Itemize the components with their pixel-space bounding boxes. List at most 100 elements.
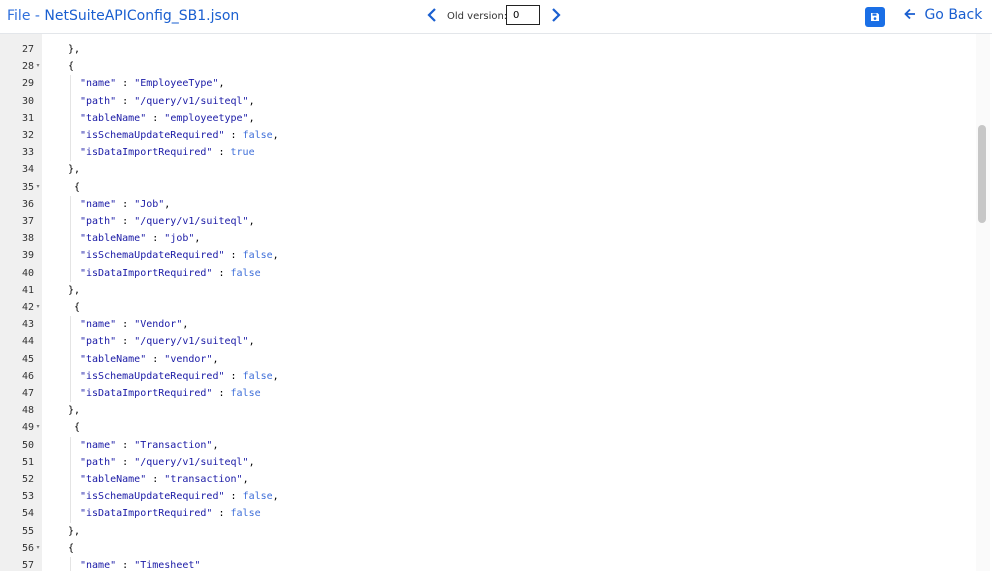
chevron-right-icon[interactable]: [547, 6, 565, 26]
code-line: "path" : "/query/v1/suiteql",: [80, 213, 255, 230]
go-back-label: Go Back: [924, 7, 983, 23]
code-line: },: [68, 41, 80, 58]
line-number: 46: [21, 370, 34, 382]
code-token: false: [242, 250, 273, 262]
line-number: 36: [21, 198, 34, 210]
indent-guide: [70, 350, 71, 368]
code-token: :: [116, 336, 135, 348]
code-editor[interactable]: 27 28 ▾ 29 30 31 32 33 34 35 ▾ 36 37 38 39 40 41 42 ▾ 43 44 4…: [0, 34, 992, 571]
code-token: ,: [248, 112, 255, 124]
code-line: "tableName" : "job",: [80, 230, 200, 247]
fold-toggle-icon[interactable]: ▾: [35, 58, 41, 75]
code-line: "isSchemaUpdateRequired" : false,: [80, 368, 279, 385]
fold-toggle-icon[interactable]: ▾: [35, 299, 41, 316]
code-token: :: [116, 95, 135, 107]
code-token: "name": [80, 439, 117, 451]
code-token: "/query/v1/suiteql": [134, 336, 249, 348]
code-token: :: [116, 456, 135, 468]
code-token: "isSchemaUpdateRequired": [80, 250, 225, 262]
line-number: 47: [21, 388, 34, 399]
code-line: "isSchemaUpdateRequired" : false,: [80, 127, 279, 144]
line-number: 48: [21, 405, 34, 417]
line-number: 57: [21, 560, 34, 571]
code-token: :: [224, 491, 243, 503]
line-number: 32: [21, 130, 34, 141]
code-token: "name": [80, 78, 117, 90]
vertical-scrollbar[interactable]: [976, 34, 990, 571]
line-number: 55: [21, 525, 34, 537]
indent-guide: [70, 264, 71, 282]
code-token: "name": [80, 560, 117, 571]
code-token: :: [224, 130, 243, 141]
editor-header: File - NetSuiteAPIConfig_SB1.json Old ve…: [0, 0, 992, 34]
code-token: "isDataImportRequired": [80, 147, 213, 159]
code-token: "/query/v1/suiteql": [134, 456, 249, 468]
line-number: 41: [21, 284, 34, 296]
code-token: "Vendor": [134, 319, 183, 331]
code-line: "name" : "Job",: [80, 196, 170, 213]
code-token: "path": [80, 216, 117, 227]
code-line: "tableName" : "vendor",: [80, 351, 219, 368]
fold-toggle-icon[interactable]: ▾: [35, 540, 41, 557]
old-version-input[interactable]: [506, 5, 540, 25]
code-token: false: [230, 508, 261, 520]
line-number: 52: [21, 474, 34, 485]
code-line: {: [68, 58, 74, 75]
code-token: {: [68, 302, 81, 313]
code-token: :: [116, 216, 135, 227]
go-back-button[interactable]: Go Back: [904, 7, 982, 23]
fold-toggle-icon[interactable]: ▾: [35, 419, 41, 436]
code-token: ,: [248, 336, 255, 348]
code-line: {: [68, 540, 74, 557]
code-token: "tableName": [80, 112, 147, 124]
code-token: "name": [80, 198, 117, 210]
line-number: 56: [21, 542, 34, 554]
line-number: 33: [21, 147, 34, 159]
code-token: "/query/v1/suiteql": [134, 216, 249, 227]
indent-guide: [70, 127, 71, 145]
code-token: "name": [80, 319, 117, 331]
code-token: "/query/v1/suiteql": [134, 95, 249, 107]
code-token: "tableName": [80, 233, 147, 245]
save-button[interactable]: [865, 7, 885, 27]
code-token: },: [68, 284, 81, 296]
code-token: ,: [248, 95, 255, 107]
code-line: "path" : "/query/v1/suiteql",: [80, 333, 255, 350]
code-token: :: [116, 198, 135, 210]
code-token: :: [212, 147, 231, 159]
code-token: ,: [194, 233, 201, 245]
indent-guide: [70, 92, 71, 110]
code-token: :: [146, 353, 165, 365]
fold-toggle-icon[interactable]: ▾: [35, 179, 41, 196]
code-token: false: [230, 267, 261, 279]
code-line: "path" : "/query/v1/suiteql",: [80, 93, 255, 110]
code-token: "isDataImportRequired": [80, 508, 213, 520]
code-line: {: [68, 419, 80, 436]
line-number: 37: [21, 216, 34, 227]
code-line: "name" : "Vendor",: [80, 316, 188, 333]
indent-guide: [70, 488, 71, 506]
line-number: 43: [21, 319, 34, 331]
line-number: 35: [21, 181, 34, 193]
scrollbar-thumb[interactable]: [978, 125, 986, 223]
line-number: 54: [21, 508, 34, 520]
chevron-left-icon[interactable]: [423, 6, 441, 26]
code-content[interactable]: },{"name" : "EmployeeType", "path" : "/qu…: [42, 34, 972, 571]
code-token: ,: [248, 216, 255, 227]
code-token: ,: [242, 474, 249, 485]
code-token: ,: [212, 439, 219, 451]
indent-guide: [70, 557, 71, 571]
code-token: "isSchemaUpdateRequired": [80, 370, 225, 382]
code-token: "tableName": [80, 474, 147, 485]
line-number: 39: [21, 250, 34, 262]
floppy-disk-icon: [871, 13, 879, 21]
line-number: 27: [21, 44, 34, 55]
code-token: ,: [212, 353, 219, 365]
code-token: "path": [80, 456, 117, 468]
code-token: ,: [248, 456, 255, 468]
code-token: :: [146, 233, 165, 245]
code-token: },: [68, 525, 81, 537]
code-token: "isDataImportRequired": [80, 388, 213, 399]
code-token: :: [146, 474, 165, 485]
code-line: "tableName" : "transaction",: [80, 471, 249, 488]
